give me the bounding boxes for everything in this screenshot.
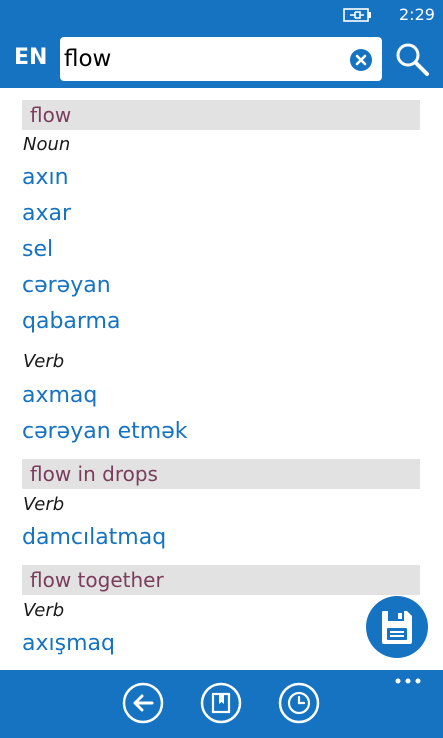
translation-item[interactable]: axın [22,165,69,190]
translation-item[interactable]: axar [22,201,71,226]
save-icon [382,611,412,644]
part-of-speech: Noun [23,134,71,155]
part-of-speech: Verb [23,351,65,372]
translation-item[interactable]: qabarma [22,309,120,334]
battery-charging-icon [343,8,371,22]
translation-item[interactable]: axmaq [22,383,97,408]
part-of-speech: Verb [23,494,65,515]
search-input[interactable] [64,42,334,76]
language-toggle[interactable]: EN [14,45,47,70]
part-of-speech: Verb [23,600,65,621]
bookmarks-icon[interactable] [200,682,242,724]
headword-label: flow together [30,568,164,592]
search-box[interactable] [60,37,382,81]
app-bar [0,670,443,738]
translation-item[interactable]: axışmaq [22,631,115,656]
status-time: 2:29 [399,5,435,24]
headword-label: flow [30,103,72,127]
save-button[interactable] [366,596,428,658]
entry-headword[interactable]: flow together [22,565,420,595]
status-bar: 2:29 [0,0,443,30]
results-list[interactable]: flow Noun axın axar sel cərəyan qabarma … [0,88,443,670]
translation-item[interactable]: damcılatmaq [22,525,166,550]
search-icon[interactable] [394,41,430,77]
search-header: EN [0,30,443,88]
entry-headword[interactable]: flow [22,100,420,130]
translation-item[interactable]: sel [22,237,53,262]
translation-item[interactable]: cərəyan [22,273,111,298]
translation-item[interactable]: cərəyan etmək [22,419,188,444]
more-icon[interactable] [394,674,422,688]
headword-label: flow in drops [30,462,158,486]
entry-headword[interactable]: flow in drops [22,459,420,489]
back-arrow-icon[interactable] [122,682,164,724]
clear-icon[interactable] [349,48,373,72]
history-icon[interactable] [278,682,320,724]
